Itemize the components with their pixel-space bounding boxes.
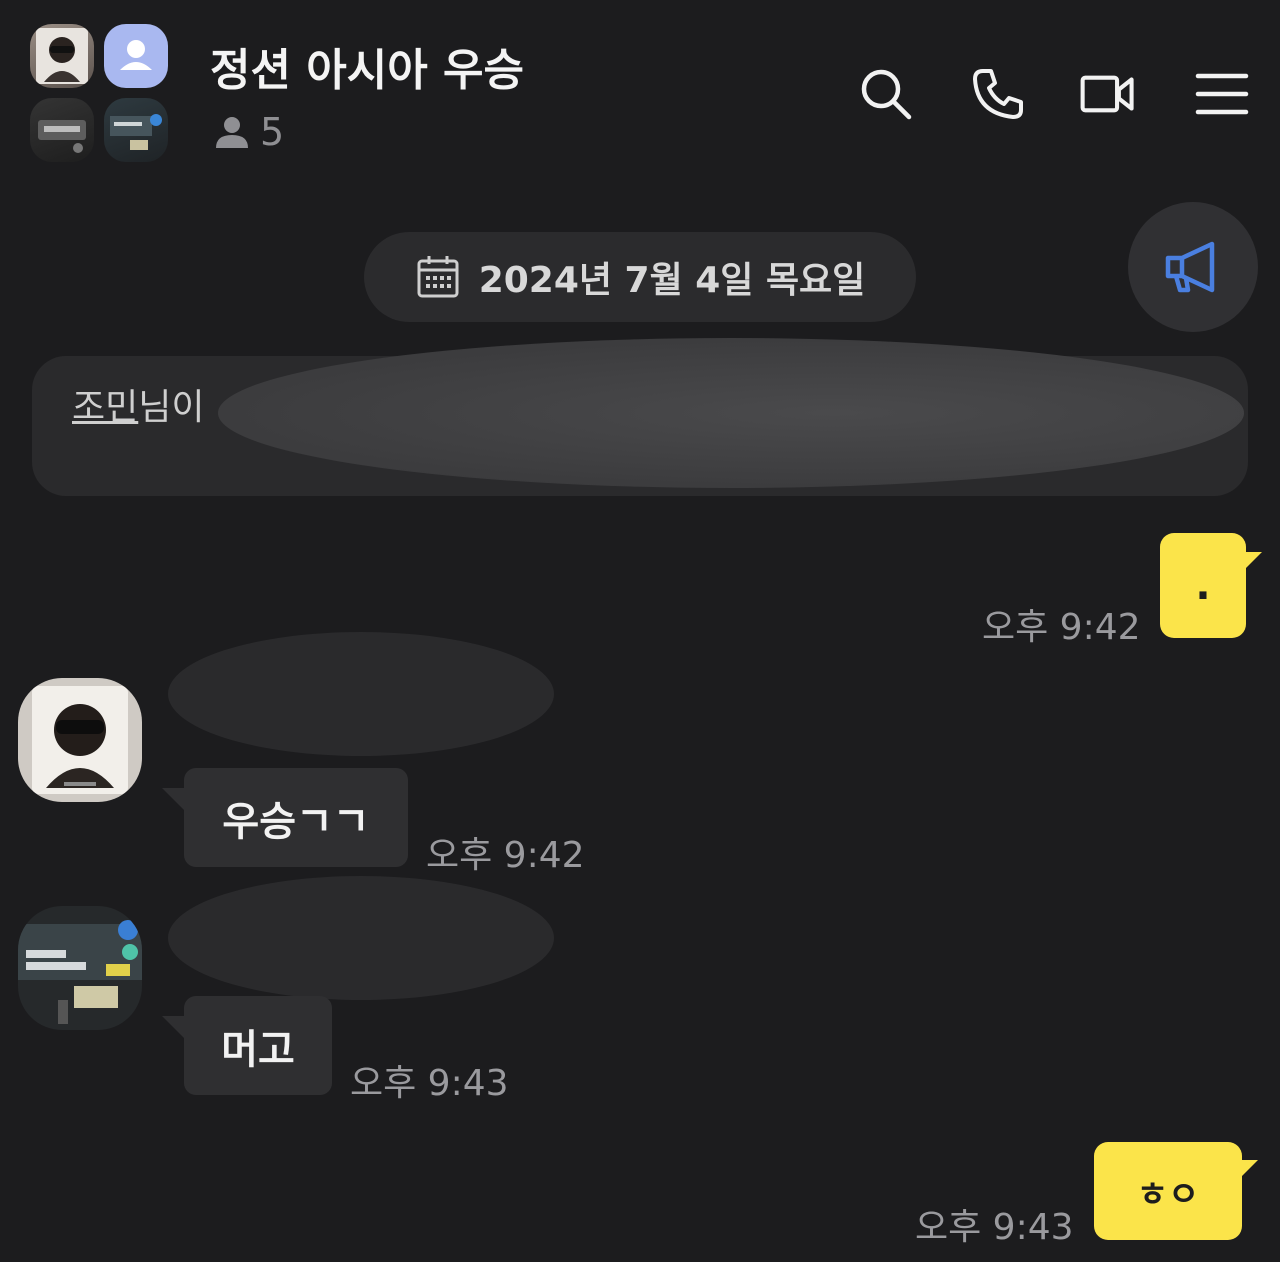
- redaction-overlay: [168, 632, 554, 756]
- bubble-tail: [1238, 1160, 1258, 1180]
- person-icon: [216, 117, 248, 148]
- member-avatar: [104, 98, 168, 162]
- notice-text: 조민님이: [72, 378, 205, 430]
- member-count-value: 5: [260, 110, 285, 154]
- chat-header: 정션 아시아 우승 5: [0, 0, 1280, 190]
- announcement-button[interactable]: [1128, 202, 1258, 332]
- notice-user-link[interactable]: 조민: [72, 387, 138, 428]
- their-message-bubble[interactable]: 머고: [184, 996, 332, 1095]
- megaphone-icon: [1165, 241, 1215, 293]
- member-count[interactable]: 5: [212, 110, 284, 154]
- search-button[interactable]: [856, 64, 916, 124]
- video-call-button[interactable]: [1078, 64, 1138, 124]
- redaction-overlay: [218, 338, 1244, 488]
- bubble-tail: [1242, 552, 1262, 572]
- menu-icon: [1195, 73, 1249, 115]
- message-time: 오후 9:43: [915, 1207, 1074, 1248]
- calendar-icon: [417, 256, 459, 298]
- message-time: 오후 9:43: [350, 1063, 509, 1104]
- member-avatar: [30, 24, 94, 88]
- my-message-bubble[interactable]: ㅎㅇ: [1094, 1142, 1242, 1240]
- menu-button[interactable]: [1192, 64, 1252, 124]
- bubble-tail: [162, 1016, 184, 1038]
- search-icon: [861, 69, 912, 120]
- sender-avatar[interactable]: [18, 678, 142, 802]
- notice-text-prefix: 님이: [138, 387, 205, 428]
- member-avatar-default: [104, 24, 168, 88]
- their-message-bubble[interactable]: 우승ㄱㄱ: [184, 768, 408, 867]
- redaction-overlay: [168, 876, 554, 1000]
- video-icon: [1080, 75, 1134, 113]
- bubble-tail: [162, 788, 184, 810]
- call-button[interactable]: [968, 64, 1028, 124]
- phone-icon: [973, 69, 1023, 119]
- date-divider: 2024년 7월 4일 목요일: [364, 232, 916, 322]
- member-avatar: [30, 98, 94, 162]
- message-time: 오후 9:42: [426, 835, 585, 876]
- my-message-bubble[interactable]: .: [1160, 533, 1246, 638]
- group-avatar[interactable]: [30, 24, 172, 164]
- date-label: 2024년 7월 4일 목요일: [478, 260, 866, 301]
- chat-title: 정션 아시아 우승: [210, 45, 524, 96]
- message-time: 오후 9:42: [982, 607, 1141, 648]
- sender-avatar[interactable]: [18, 906, 142, 1030]
